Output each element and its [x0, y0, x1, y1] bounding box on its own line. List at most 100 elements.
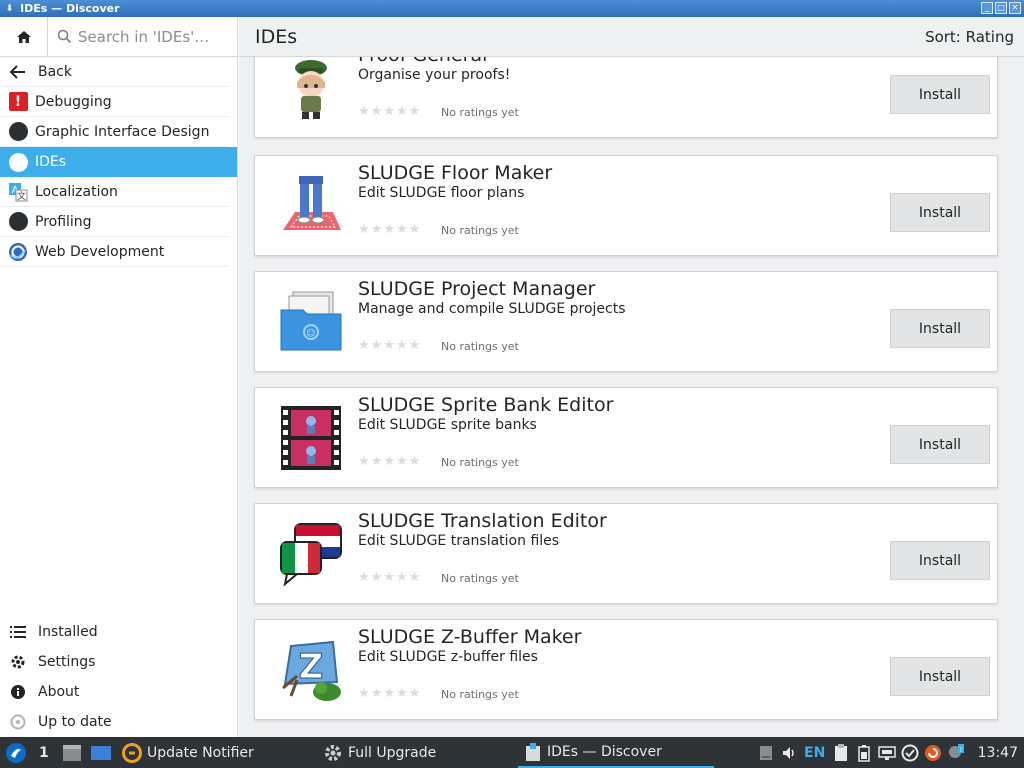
power-manager-icon[interactable]: [901, 744, 919, 762]
sort-dropdown[interactable]: Sort: Rating: [925, 28, 1014, 46]
rating-text: No ratings yet: [441, 224, 519, 237]
home-button[interactable]: [0, 16, 48, 57]
show-desktop-button[interactable]: [90, 737, 112, 768]
app-summary: Organise your proofs!: [358, 67, 511, 83]
sidebar-item-profiling[interactable]: Profiling: [0, 207, 229, 237]
rating-stars: ★ ★ ★ ★ ★: [358, 570, 421, 585]
sidebar-item-label: Up to date: [38, 714, 112, 730]
sidebar-item-graphic-interface-design[interactable]: Graphic Interface Design: [0, 117, 229, 147]
sidebar-item-web-development[interactable]: Web Development: [0, 237, 229, 267]
app-summary: Edit SLUDGE z-buffer files: [358, 649, 538, 665]
battery-icon[interactable]: [855, 744, 873, 762]
update-manager-icon[interactable]: [924, 744, 942, 762]
app-card[interactable]: ☺ SLUDGE Project Manager Manage and comp…: [254, 271, 998, 372]
app-card[interactable]: Z SLUDGE Z-Buffer Maker Edit SLUDGE z-bu…: [254, 619, 998, 720]
minimize-button[interactable]: _: [981, 2, 993, 14]
sludge-translation-editor-icon: [277, 520, 345, 588]
rating-text: No ratings yet: [441, 106, 519, 119]
clock[interactable]: 13:47: [978, 745, 1018, 761]
volume-icon[interactable]: [780, 744, 798, 762]
sidebar-item-debugging[interactable]: ! Debugging: [0, 87, 229, 117]
sidebar-item-label: Localization: [35, 183, 118, 200]
task-ides-discover[interactable]: IDEs — Discover: [518, 737, 714, 768]
app-list[interactable]: Proof General Organise your proofs! ★★★★…: [239, 57, 1024, 737]
app-name[interactable]: SLUDGE Sprite Bank Editor: [358, 394, 613, 416]
app-card[interactable]: SLUDGE Floor Maker Edit SLUDGE floor pla…: [254, 155, 998, 256]
rating-text: No ratings yet: [441, 456, 519, 469]
localization-icon: A文: [8, 182, 28, 202]
rating-stars: ★ ★ ★ ★ ★: [358, 338, 421, 353]
svg-text:☺: ☺: [306, 328, 315, 339]
rating-stars: ★ ★ ★ ★ ★: [358, 222, 421, 237]
app-name[interactable]: SLUDGE Project Manager: [358, 278, 595, 300]
task-label: Update Notifier: [147, 744, 254, 761]
ides-icon: [8, 152, 28, 172]
home-icon: [16, 30, 31, 43]
sidebar-item-label: Back: [38, 63, 72, 80]
install-button[interactable]: Install: [890, 309, 990, 348]
task-label: Full Upgrade: [348, 744, 437, 761]
rating-text: No ratings yet: [441, 572, 519, 585]
app-name[interactable]: SLUDGE Z-Buffer Maker: [358, 626, 581, 648]
file-manager-launcher[interactable]: [62, 737, 82, 768]
task-update-notifier[interactable]: Update Notifier: [122, 737, 254, 768]
graphic-design-icon: [8, 122, 28, 142]
app-summary: Edit SLUDGE floor plans: [358, 185, 525, 201]
svg-text:!: !: [959, 746, 962, 754]
sidebar-item-ides[interactable]: IDEs: [0, 147, 237, 177]
system-tray: EN ! 13:47: [757, 737, 1024, 768]
removable-drive-icon[interactable]: [757, 744, 775, 762]
search-input[interactable]: Search in 'IDEs'…: [49, 18, 236, 56]
task-full-upgrade[interactable]: Full Upgrade: [323, 737, 436, 768]
sidebar-item-label: Graphic Interface Design: [35, 123, 210, 140]
keyboard-layout-indicator[interactable]: EN: [803, 744, 827, 762]
install-button[interactable]: Install: [890, 425, 990, 464]
sludge-project-manager-icon: ☺: [277, 288, 345, 356]
sidebar: Search in 'IDEs'… Back ! Debugging Graph…: [0, 16, 238, 737]
web-development-icon: [8, 242, 28, 262]
sidebar-item-about[interactable]: About: [0, 677, 230, 707]
sidebar-item-settings[interactable]: Settings: [0, 647, 230, 677]
app-name[interactable]: SLUDGE Translation Editor: [358, 510, 607, 532]
sidebar-item-label: IDEs: [35, 154, 67, 170]
app-card[interactable]: Proof General Organise your proofs! ★★★★…: [254, 57, 998, 138]
app-card[interactable]: SLUDGE Translation Editor Edit SLUDGE tr…: [254, 503, 998, 604]
sidebar-item-label: Profiling: [35, 213, 92, 230]
desktop-switcher[interactable]: 1: [39, 737, 49, 768]
sidebar-item-up-to-date[interactable]: Up to date: [0, 707, 230, 737]
desktop-icon: [91, 745, 111, 760]
sidebar-item-label: Installed: [38, 624, 98, 640]
sludge-sprite-bank-editor-icon: [277, 404, 345, 472]
network-icon[interactable]: [877, 744, 896, 762]
rating-stars: ★ ★ ★ ★ ★: [358, 454, 421, 469]
proof-general-icon: [277, 57, 345, 122]
app-summary: Edit SLUDGE translation files: [358, 533, 560, 549]
install-button[interactable]: Install: [890, 541, 990, 580]
sidebar-item-label: About: [38, 684, 80, 700]
update-notifier-icon: [122, 742, 142, 763]
lubuntu-logo-icon: [6, 742, 26, 763]
close-button[interactable]: ✕: [1009, 2, 1021, 14]
page-title: IDEs: [255, 25, 298, 48]
notification-icon[interactable]: !: [947, 743, 965, 762]
sidebar-item-label: Settings: [38, 654, 96, 670]
install-button[interactable]: Install: [890, 193, 990, 232]
app-name[interactable]: SLUDGE Floor Maker: [358, 162, 552, 184]
debugging-icon: !: [8, 92, 28, 112]
sidebar-item-localization[interactable]: A文 Localization: [0, 177, 229, 207]
sidebar-item-label: Debugging: [35, 93, 112, 110]
install-button[interactable]: Install: [890, 75, 990, 114]
rating-stars: ★ ★ ★ ★ ★: [358, 686, 421, 701]
application-menu-button[interactable]: [5, 737, 27, 768]
app-name[interactable]: Proof General: [358, 57, 487, 66]
sidebar-item-installed[interactable]: Installed: [0, 617, 230, 647]
app-card[interactable]: SLUDGE Sprite Bank Editor Edit SLUDGE sp…: [254, 387, 998, 488]
sidebar-item-back[interactable]: Back: [0, 57, 229, 87]
maximize-button[interactable]: □: [995, 2, 1007, 14]
window-titlebar[interactable]: ⬇ IDEs — Discover _ □ ✕: [0, 0, 1024, 17]
sidebar-item-label: Web Development: [35, 243, 165, 260]
app-summary: Edit SLUDGE sprite banks: [358, 417, 537, 433]
clipboard-icon[interactable]: [832, 743, 850, 762]
gear-icon: [8, 652, 28, 672]
install-button[interactable]: Install: [890, 657, 990, 696]
